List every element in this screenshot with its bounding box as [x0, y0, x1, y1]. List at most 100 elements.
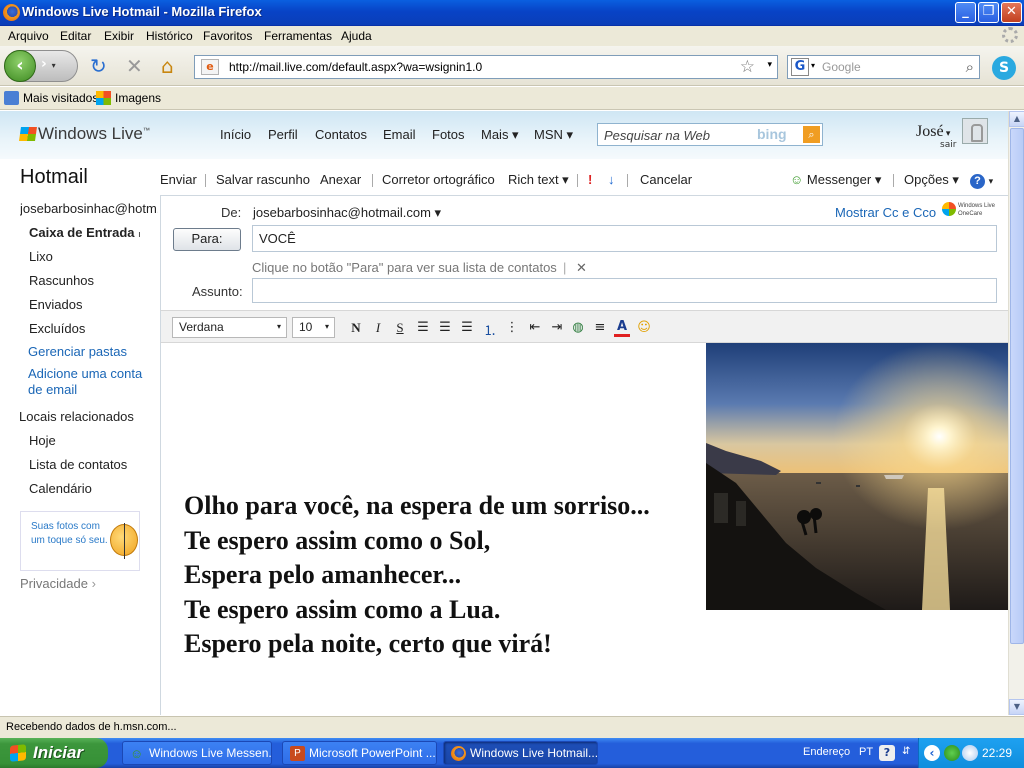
windows-live-logo[interactable]: Windows Live™ [19, 124, 150, 144]
manage-folders-link[interactable]: Gerenciar pastas [28, 344, 127, 359]
bold-icon[interactable]: N [348, 320, 364, 336]
italic-icon[interactable]: I [370, 320, 386, 336]
spellcheck-button[interactable]: Corretor ortográfico [382, 172, 495, 187]
stop-icon[interactable]: ✕ [126, 56, 143, 76]
menu-arquivo[interactable]: Arquivo [8, 29, 49, 43]
tray-expand-icon[interactable]: ‹ [924, 745, 940, 761]
menu-exibir[interactable]: Exibir [104, 29, 134, 43]
decrease-indent-icon[interactable]: ⇤ [527, 320, 543, 335]
rich-text-dropdown[interactable]: Rich text ▾ [508, 172, 569, 188]
clock[interactable]: 22:29 [982, 746, 1012, 760]
cancel-button[interactable]: Cancelar [640, 172, 692, 187]
signout-link[interactable]: sair [940, 140, 956, 150]
nav-fotos[interactable]: Fotos [432, 127, 465, 142]
insert-link-icon[interactable]: ◍ [570, 320, 586, 335]
url-bar[interactable]: e http://mail.live.com/default.aspx?wa=w… [194, 55, 778, 79]
poem-line[interactable]: Espero pela noite, certo que virá! [184, 627, 650, 662]
address-toolbar-label[interactable]: Endereço [803, 746, 850, 758]
maximize-button[interactable]: ❐ [978, 2, 999, 23]
poem-line[interactable]: Te espero assim como o Sol, [184, 524, 650, 559]
folder-rascunhos[interactable]: Rascunhos [29, 273, 94, 288]
forward-button[interactable]: › ▾ [41, 56, 56, 72]
to-value[interactable]: VOCÊ [259, 231, 296, 246]
message-text[interactable]: Olho para você, na espera de um sorriso.… [184, 489, 650, 662]
attach-button[interactable]: Anexar [320, 172, 361, 187]
nav-mais[interactable]: Mais ▾ [481, 127, 519, 143]
account-name[interactable]: josebarbosinhac@hotm... [20, 201, 158, 216]
user-avatar[interactable] [962, 118, 988, 144]
underline-icon[interactable]: S [392, 320, 408, 336]
nav-email[interactable]: Email [383, 127, 416, 142]
bookmark-star-icon[interactable]: ☆ [740, 57, 755, 77]
reload-icon[interactable]: ↻ [90, 56, 107, 76]
web-search-box[interactable]: Pesquisar na Web bing ⌕ [597, 123, 823, 146]
bookmark-imagens[interactable]: Imagens [96, 91, 161, 105]
subject-input[interactable] [252, 278, 997, 303]
highlight-icon[interactable]: ≡ [592, 320, 608, 335]
folder-enviados[interactable]: Enviados [29, 297, 82, 312]
task-powerpoint[interactable]: P Microsoft PowerPoint ... [282, 741, 437, 765]
hotmail-title[interactable]: Hotmail [20, 166, 88, 189]
nav-msn[interactable]: MSN ▾ [534, 127, 573, 143]
font-size-select[interactable]: 10 ▾ [292, 317, 335, 338]
emoticon-icon[interactable]: ☺ [636, 320, 652, 335]
help-icon[interactable]: ? [879, 745, 895, 761]
language-bar-options-icon[interactable]: ⇵ [902, 746, 910, 757]
align-left-icon[interactable]: ☰ [415, 320, 431, 335]
network-tray-icon[interactable] [962, 745, 978, 761]
bulleted-list-icon[interactable]: ⋮ [504, 320, 520, 335]
related-calendar[interactable]: Calendário [29, 481, 92, 496]
google-engine-icon[interactable]: G [791, 58, 809, 76]
from-selector[interactable]: josebarbosinhac@hotmail.com ▾ [253, 205, 441, 221]
privacy-link[interactable]: Privacidade › [20, 576, 96, 591]
help-dropdown[interactable]: ? ▾ [970, 172, 993, 189]
task-firefox-hotmail[interactable]: Windows Live Hotmail... [443, 741, 598, 765]
nav-inicio[interactable]: Início [220, 127, 251, 142]
home-icon[interactable]: ⌂ [161, 56, 174, 76]
dismiss-hint-icon[interactable]: ✕ [576, 260, 587, 276]
search-bar[interactable]: G ▾ Google ⌕ [787, 55, 980, 79]
options-dropdown[interactable]: Opções ▾ [904, 172, 959, 188]
scroll-down-icon[interactable]: ▼ [1009, 699, 1024, 715]
align-center-icon[interactable]: ☰ [437, 320, 453, 335]
start-button[interactable]: Iniciar [0, 738, 108, 768]
search-placeholder[interactable]: Google [822, 60, 861, 74]
poem-line[interactable]: Te espero assim como a Lua. [184, 593, 650, 628]
back-button[interactable]: ‹ [4, 50, 36, 82]
web-search-placeholder[interactable]: Pesquisar na Web [604, 128, 710, 143]
align-right-icon[interactable]: ☰ [459, 320, 475, 335]
poem-line[interactable]: Espera pelo amanhecer... [184, 558, 650, 593]
show-cc-bcc-link[interactable]: Mostrar Cc e Cco [835, 205, 936, 220]
menu-ferramentas[interactable]: Ferramentas [264, 29, 332, 43]
send-button[interactable]: Enviar [160, 172, 197, 187]
task-windows-live-messenger[interactable]: ☺ Windows Live Messen... [122, 741, 272, 765]
to-button[interactable]: Para: [173, 228, 241, 251]
font-family-select[interactable]: Verdana ▾ [172, 317, 287, 338]
low-importance-icon[interactable]: ↓ [608, 172, 615, 187]
nav-contatos[interactable]: Contatos [315, 127, 367, 142]
search-icon[interactable]: ⌕ [966, 58, 974, 76]
url-text[interactable]: http://mail.live.com/default.aspx?wa=wsi… [229, 60, 482, 74]
scroll-up-icon[interactable]: ▲ [1009, 111, 1024, 127]
folder-inbox[interactable]: Caixa de Entrada ı [29, 225, 141, 240]
save-draft-button[interactable]: Salvar rascunho [216, 172, 310, 187]
menu-ajuda[interactable]: Ajuda [341, 29, 372, 43]
skype-icon[interactable]: S [992, 56, 1016, 80]
related-hoje[interactable]: Hoje [29, 433, 56, 448]
minimize-button[interactable]: _ [955, 2, 976, 23]
increase-indent-icon[interactable]: ⇥ [549, 320, 565, 335]
folder-lixo[interactable]: Lixo [29, 249, 53, 264]
add-email-account-link[interactable]: Adicione uma conta de email [28, 366, 153, 398]
poem-line[interactable]: Olho para você, na espera de um sorriso.… [184, 489, 650, 524]
messenger-tray-icon[interactable] [944, 745, 960, 761]
font-color-icon[interactable]: A [614, 320, 630, 337]
scroll-thumb[interactable] [1010, 128, 1024, 644]
close-button[interactable]: ✕ [1001, 2, 1022, 23]
bookmark-mais-visitados[interactable]: Mais visitados [4, 91, 98, 105]
related-contact-list[interactable]: Lista de contatos [29, 457, 127, 472]
messenger-dropdown[interactable]: ☺ Messenger ▾ [790, 172, 881, 188]
menu-favoritos[interactable]: Favoritos [203, 29, 252, 43]
menu-editar[interactable]: Editar [60, 29, 91, 43]
engine-dropdown-icon[interactable]: ▾ [811, 61, 815, 70]
numbered-list-icon[interactable]: ⒈ [482, 320, 498, 339]
